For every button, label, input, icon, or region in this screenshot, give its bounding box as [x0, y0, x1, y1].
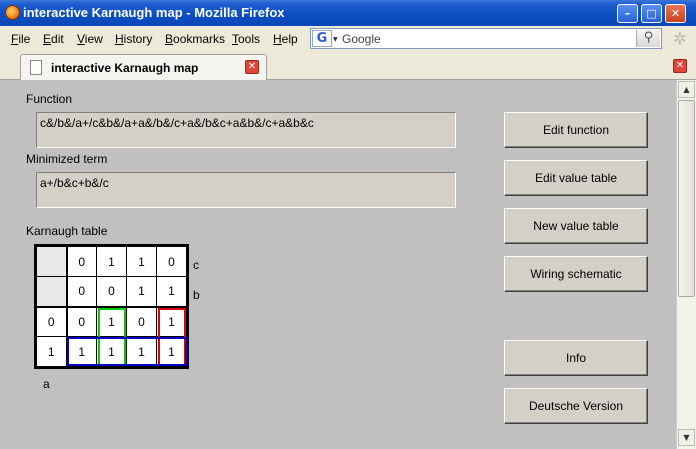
menu-edit-accel: E — [43, 32, 52, 46]
minimized-term-label: Minimized term — [26, 152, 108, 166]
close-tabs-icon[interactable]: ✕ — [673, 59, 687, 73]
search-go-button[interactable]: ⚲ — [636, 30, 660, 47]
deutsche-version-button[interactable]: Deutsche Version — [504, 388, 648, 424]
scroll-down-icon[interactable]: ▼ — [678, 429, 695, 446]
page-icon — [30, 60, 42, 75]
menu-history[interactable]: History — [115, 32, 152, 46]
tab-close-icon[interactable]: ✕ — [245, 60, 259, 74]
kmap-corner-cell — [36, 246, 67, 277]
scroll-up-icon[interactable]: ▲ — [678, 81, 695, 98]
var-a-label: a — [43, 377, 50, 391]
menu-bookmarks-label: ookmarks — [173, 32, 226, 46]
menu-file-label: ile — [18, 32, 31, 46]
engine-dropdown-arrow-icon[interactable]: ▼ — [333, 36, 338, 43]
function-label: Function — [26, 92, 73, 106]
menu-tools-label: ools — [238, 32, 261, 46]
kmap-value-cell[interactable]: 1 — [156, 336, 187, 367]
kmap-header-cell: 0 — [65, 276, 97, 307]
menu-bookmarks-accel: B — [165, 32, 174, 46]
kmap-row-header-cell: 0 — [36, 305, 67, 337]
search-input[interactable] — [342, 30, 634, 47]
search-bar: G ▼ ⚲ — [310, 28, 662, 49]
edit-value-table-button[interactable]: Edit value table — [504, 160, 648, 196]
menu-history-label: istory — [123, 32, 153, 46]
karnaugh-table: 0 1 1 0 0 0 1 1 0 0 1 0 1 1 1 1 1 1 — [34, 244, 189, 369]
menu-tools[interactable]: Tools — [232, 32, 260, 46]
info-button[interactable]: Info — [504, 340, 648, 376]
menu-view[interactable]: View — [77, 32, 103, 46]
scrollbar-thumb[interactable] — [678, 100, 695, 297]
menu-help-accel: H — [273, 32, 282, 46]
kmap-corner-cell — [36, 276, 67, 307]
maximize-button[interactable]: □ — [641, 4, 662, 23]
minimize-button[interactable]: – — [617, 4, 638, 23]
kmap-value-cell[interactable]: 1 — [156, 305, 187, 337]
vertical-scrollbar[interactable]: ▲ ▼ — [676, 80, 696, 449]
firefox-icon — [5, 5, 20, 20]
window-title: interactive Karnaugh map - Mozilla Firef… — [23, 5, 285, 20]
var-c-label: c — [193, 258, 199, 272]
google-engine-icon[interactable]: G — [312, 30, 332, 47]
kmap-row-a0: 0 0 1 0 1 — [36, 305, 187, 337]
close-button[interactable]: ✕ — [665, 4, 686, 23]
menu-edit[interactable]: Edit — [43, 32, 64, 46]
function-field[interactable]: c&/b&/a+/c&b&/a+a&/b&/c+a&/b&c+a&b&/c+a&… — [36, 112, 456, 148]
kmap-header-cell: 1 — [96, 246, 127, 277]
karnaugh-table-label: Karnaugh table — [26, 224, 108, 238]
menu-view-label: iew — [84, 32, 103, 46]
new-value-table-button[interactable]: New value table — [504, 208, 648, 244]
kmap-value-cell[interactable]: 1 — [96, 305, 127, 337]
kmap-row-b: 0 0 1 1 — [36, 276, 187, 307]
kmap-row-a1: 1 1 1 1 1 — [36, 336, 187, 367]
menu-help-label: elp — [281, 32, 298, 46]
menu-edit-label: dit — [51, 32, 64, 46]
kmap-value-cell[interactable]: 0 — [65, 305, 97, 337]
kmap-value-cell[interactable]: 1 — [65, 336, 97, 367]
kmap-header-cell: 0 — [96, 276, 127, 307]
title-bar: interactive Karnaugh map - Mozilla Firef… — [0, 0, 696, 26]
tab-strip: interactive Karnaugh map ✕ ✕ — [0, 51, 696, 80]
kmap-row-c: 0 1 1 0 — [36, 246, 187, 277]
kmap-header-cell: 1 — [126, 246, 157, 277]
var-b-label: b — [193, 288, 200, 302]
minimized-term-field[interactable]: a+/b&c+b&/c — [36, 172, 456, 208]
kmap-value-cell[interactable]: 1 — [96, 336, 127, 367]
kmap-row-header-cell: 1 — [36, 336, 67, 367]
menu-history-accel: H — [115, 32, 124, 46]
edit-function-button[interactable]: Edit function — [504, 112, 648, 148]
kmap-value-cell[interactable]: 1 — [126, 336, 157, 367]
menu-file[interactable]: File — [11, 32, 30, 46]
menu-view-accel: V — [77, 32, 85, 46]
wiring-schematic-button[interactable]: Wiring schematic — [504, 256, 648, 292]
throbber-icon: ✲ — [673, 29, 687, 48]
menu-help[interactable]: Help — [273, 32, 298, 46]
kmap-header-cell: 1 — [126, 276, 157, 307]
kmap-value-cell[interactable]: 0 — [126, 305, 157, 337]
menu-bookmarks[interactable]: Bookmarks — [165, 32, 225, 46]
kmap-header-cell: 1 — [156, 276, 187, 307]
kmap-header-cell: 0 — [156, 246, 187, 277]
tab-label: interactive Karnaugh map — [51, 61, 199, 75]
tab-karnaugh-map[interactable]: interactive Karnaugh map ✕ — [20, 54, 267, 80]
kmap-header-cell: 0 — [65, 246, 97, 277]
